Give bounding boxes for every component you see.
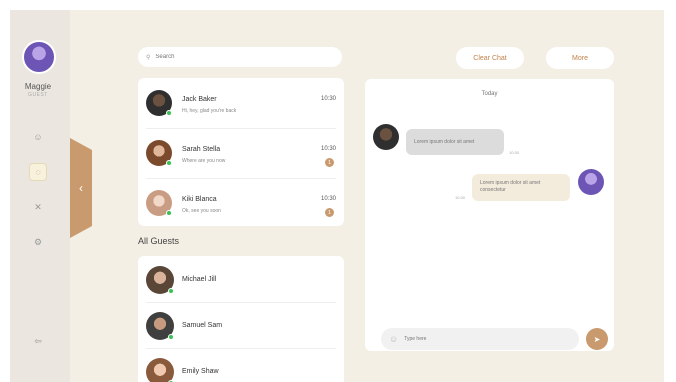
user-avatar [578,169,604,195]
message-time: 10:30 [455,195,466,200]
divider [146,178,336,179]
message-time: 10:30 [509,150,520,155]
day-separator: Today [481,91,498,97]
chat-name: Sarah Stella [182,146,221,153]
divider [146,128,336,129]
recent-chats-list: Jack Baker Hi, hey, glad you're back 10:… [138,78,344,226]
unread-badge: 1 [325,158,334,167]
divider [146,302,336,303]
send-icon: ➤ [593,334,601,344]
online-indicator [168,334,174,340]
nav-chat-button[interactable]: ◌ [29,163,47,181]
guests-list: Michael Jill Samuel Sam Emily Shaw [138,256,344,382]
chat-time: 10:30 [320,146,336,152]
chat-item-jack[interactable]: Jack Baker Hi, hey, glad you're back 10:… [146,82,336,126]
chat-item-kiki[interactable]: Kiki Blanca Ok, see you soon 10:30 1 [146,182,336,226]
search-input[interactable] [155,54,326,60]
emoji-icon[interactable]: ☺ [389,334,398,344]
collapse-sidebar-button[interactable]: ‹ [70,138,92,238]
chevron-left-icon: ‹ [79,181,83,195]
user-avatar[interactable] [22,40,56,74]
online-indicator [168,288,174,294]
guest-item-samuel[interactable]: Samuel Sam [146,304,336,348]
online-indicator [166,110,172,116]
nav-settings-button[interactable]: ⚙ [29,233,47,251]
tools-icon: ✕ [34,201,42,212]
chat-item-sarah[interactable]: Sarah Stella Where are you now 10:30 1 [146,132,336,176]
clear-chat-button[interactable]: Clear Chat [456,47,524,69]
logout-icon: ⇦ [34,335,42,346]
chat-preview: Ok, see you soon [182,208,221,214]
guest-name: Samuel Sam [182,322,223,329]
guest-name: Emily Shaw [182,368,219,375]
user-role: GUEST [28,92,48,98]
sender-avatar [373,124,399,150]
nav-people-button[interactable]: ☺ [29,128,47,146]
online-indicator [166,210,172,216]
settings-icon: ⚙ [33,236,43,247]
search-icon: ⚲ [146,54,151,61]
chat-time: 10:30 [320,196,336,202]
chat-bubble-icon: ◌ [35,167,41,177]
guest-name: Michael Jill [182,276,217,283]
user-name: Maggie [24,82,52,91]
chat-preview: Hi, hey, glad you're back [182,108,237,114]
unread-badge: 1 [325,208,334,217]
nav-tools-button[interactable]: ✕ [29,198,47,216]
incoming-message: Lorem ipsum dolor sit amet [406,129,504,155]
logout-button[interactable]: ⇦ [29,332,47,350]
sidebar: Maggie GUEST ☺ ◌ ✕ ⚙ ⇦ [10,10,70,382]
app-frame: Maggie GUEST ☺ ◌ ✕ ⚙ ⇦ ‹ ⚲ Clear Chat Mo… [10,10,664,382]
chat-preview: Where are you now [182,158,226,164]
avatar [146,358,174,382]
guest-item-michael[interactable]: Michael Jill [146,258,336,302]
search-bar[interactable]: ⚲ [138,47,342,67]
conversation-panel: Today Lorem ipsum dolor sit amet 10:30 1… [365,79,614,351]
people-icon: ☺ [33,132,43,142]
chat-name: Kiki Blanca [182,196,217,203]
chat-name: Jack Baker [182,96,217,103]
guests-heading: All Guests [138,236,180,246]
send-button[interactable]: ➤ [586,328,608,350]
chat-time: 10:30 [320,96,336,102]
more-button[interactable]: More [546,47,614,69]
guest-item-emily[interactable]: Emily Shaw [146,350,336,382]
outgoing-message: Lorem ipsum dolor sit amet consectetur [472,174,570,201]
message-input[interactable] [404,336,555,342]
online-indicator [166,160,172,166]
message-composer: ☺ [381,328,579,350]
divider [146,348,336,349]
